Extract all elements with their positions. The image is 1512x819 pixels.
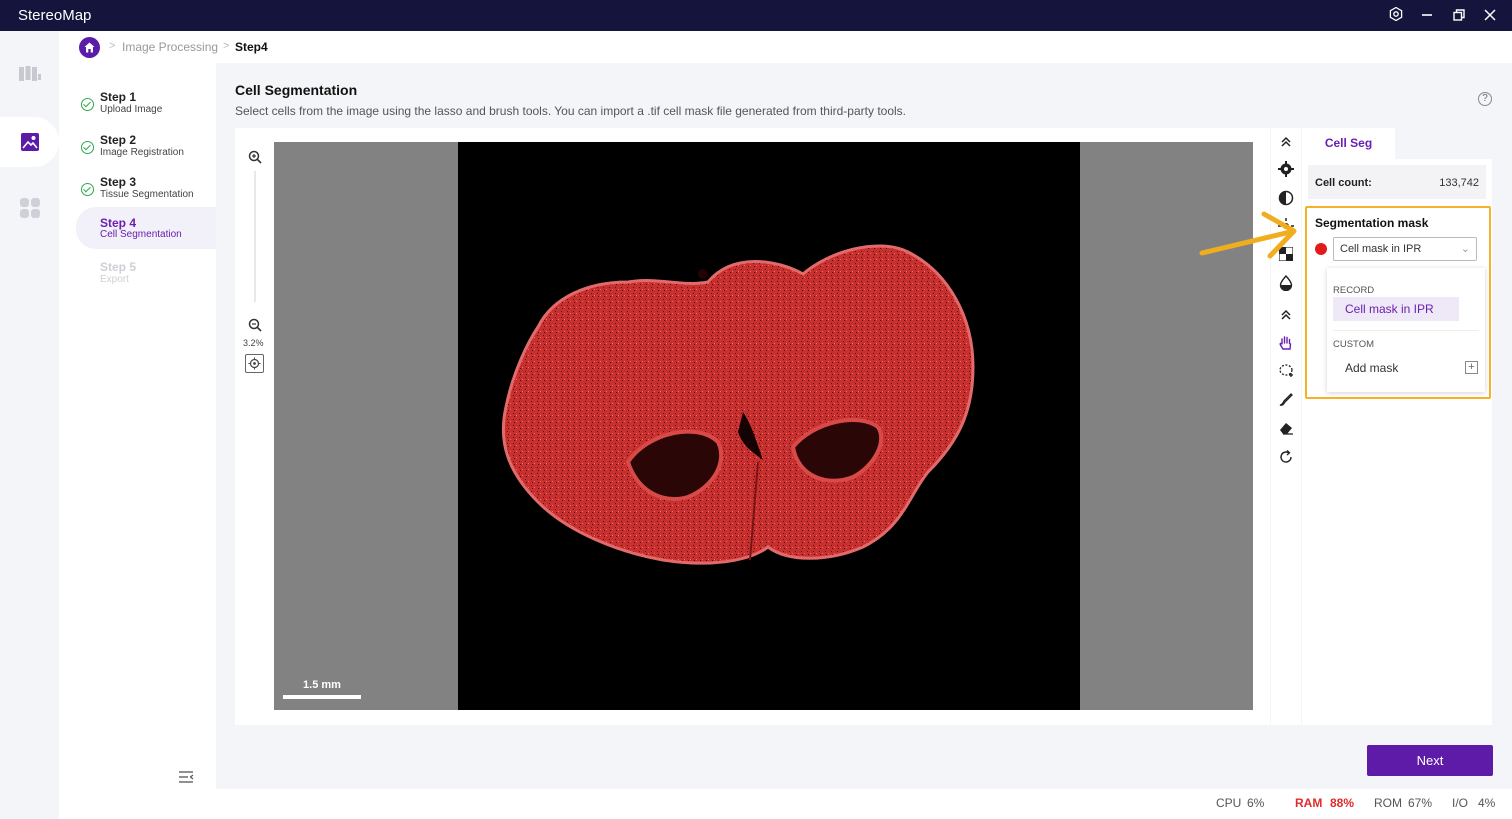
- eraser-icon[interactable]: [1276, 418, 1296, 438]
- app-title: StereoMap: [18, 7, 92, 24]
- panel-body: Cell count: 133,742 Segmentation mask Ce…: [1302, 159, 1492, 725]
- mask-select-value: Cell mask in IPR: [1340, 243, 1422, 255]
- tissue-mask-image: [501, 244, 975, 565]
- settings-icon[interactable]: [1385, 5, 1407, 27]
- ram-label: RAM: [1295, 796, 1323, 810]
- drop-icon[interactable]: [1276, 273, 1296, 293]
- status-bar: CPU 6% RAM 88% ROM 67% I/O 4%: [216, 789, 1512, 819]
- scale-bar: 1.5 mm: [283, 677, 361, 701]
- step-5: Step 5 Export: [76, 255, 216, 297]
- check-circle-icon: [81, 98, 94, 111]
- mask-dropdown-menu: RECORD Cell mask in IPR CUSTOM Add mask …: [1327, 268, 1485, 392]
- cpu-value: 6%: [1247, 796, 1265, 810]
- mask-select[interactable]: Cell mask in IPR ⌄: [1333, 237, 1477, 261]
- step-1[interactable]: Step 1 Upload Image: [76, 85, 216, 127]
- zoom-controls: 3.2%: [243, 128, 265, 428]
- mask-color-swatch[interactable]: [1315, 243, 1327, 255]
- breadcrumb-image-processing[interactable]: Image Processing: [122, 40, 218, 54]
- step-3[interactable]: Step 3 Tissue Segmentation: [76, 170, 216, 212]
- main-content: Cell Segmentation Select cells from the …: [216, 63, 1512, 819]
- io-label: I/O: [1452, 796, 1469, 810]
- cpu-label: CPU: [1216, 796, 1242, 810]
- dropdown-section-custom: CUSTOM: [1333, 339, 1374, 350]
- lasso-icon[interactable]: [1276, 361, 1296, 381]
- zoom-out-icon[interactable]: [248, 318, 262, 332]
- tab-cell-seg[interactable]: Cell Seg: [1302, 128, 1395, 159]
- next-button[interactable]: Next: [1367, 745, 1493, 776]
- step-subtitle: Tissue Segmentation: [100, 189, 194, 200]
- io-value: 4%: [1478, 796, 1496, 810]
- cell-count-label: Cell count:: [1315, 177, 1372, 189]
- rail-item-apps[interactable]: [0, 183, 59, 233]
- close-icon[interactable]: [1479, 5, 1501, 27]
- image-canvas[interactable]: 1.5 mm: [274, 142, 1253, 710]
- zoom-level: 3.2%: [243, 338, 264, 348]
- step-title: Step 3: [100, 175, 137, 189]
- left-nav-rail: [0, 31, 59, 819]
- cell-count-row: Cell count: 133,742: [1308, 165, 1486, 199]
- step-subtitle: Export: [100, 274, 129, 285]
- step-4[interactable]: Step 4 Cell Segmentation: [76, 207, 216, 249]
- page-description: Select cells from the image using the la…: [235, 104, 906, 118]
- rail-item-image[interactable]: [0, 117, 59, 167]
- rom-label: ROM: [1374, 796, 1402, 810]
- segmentation-mask-section: Segmentation mask Cell mask in IPR ⌄ REC…: [1305, 206, 1491, 399]
- chevron-down-icon: ⌄: [1460, 243, 1470, 255]
- reset-icon[interactable]: [1276, 447, 1296, 467]
- fit-view-icon[interactable]: [245, 354, 264, 373]
- ram-value: 88%: [1330, 796, 1355, 810]
- step-title: Step 1: [100, 90, 137, 104]
- cell-seg-panel: Cell Seg Cell count: 133,742 Segmentatio…: [1301, 128, 1492, 725]
- home-icon[interactable]: [79, 37, 100, 58]
- rom-value: 67%: [1408, 796, 1433, 810]
- zoom-slider-handle[interactable]: [249, 302, 261, 308]
- dropdown-item-add-mask[interactable]: Add mask: [1333, 356, 1459, 380]
- scale-bar-line: [283, 695, 361, 699]
- breadcrumb-separator: >: [223, 40, 230, 52]
- segmentation-mask-title: Segmentation mask: [1315, 216, 1429, 230]
- step-2[interactable]: Step 2 Image Registration: [76, 128, 216, 170]
- settings-gear-icon[interactable]: [1276, 159, 1296, 179]
- step-subtitle: Image Registration: [100, 147, 184, 158]
- page-title: Cell Segmentation: [235, 82, 358, 98]
- restore-icon[interactable]: [1448, 5, 1470, 27]
- cell-count-value: 133,742: [1439, 177, 1479, 189]
- dropdown-divider: [1333, 330, 1479, 331]
- collapse-sidebar-icon[interactable]: [178, 770, 196, 786]
- scale-bar-label: 1.5 mm: [303, 679, 341, 691]
- steps-sidebar: Step 1 Upload Image Step 2 Image Registr…: [59, 63, 216, 819]
- rail-item-map[interactable]: [0, 49, 59, 99]
- apps-grid-icon: [19, 198, 40, 218]
- dropdown-item-cell-mask-ipr[interactable]: Cell mask in IPR: [1333, 297, 1459, 321]
- breadcrumb: > Image Processing > Step4: [59, 31, 1512, 63]
- check-circle-icon: [81, 183, 94, 196]
- annotation-arrow-icon: [1199, 211, 1297, 259]
- minimize-icon[interactable]: [1416, 5, 1438, 27]
- add-mask-icon[interactable]: +: [1465, 361, 1478, 374]
- breadcrumb-current: Step4: [235, 40, 268, 54]
- brush-icon[interactable]: [1276, 390, 1296, 410]
- map-icon: [18, 66, 41, 81]
- zoom-slider-track[interactable]: [254, 171, 256, 306]
- collapse-up-icon[interactable]: [1276, 305, 1296, 325]
- step-title: Step 4: [100, 216, 137, 230]
- image-icon: [20, 133, 39, 151]
- step-subtitle: Cell Segmentation: [100, 229, 182, 240]
- check-circle-icon: [81, 141, 94, 154]
- contrast-icon[interactable]: [1276, 188, 1296, 208]
- help-icon[interactable]: ?: [1478, 92, 1492, 106]
- collapse-up-icon[interactable]: [1276, 132, 1296, 152]
- zoom-in-icon[interactable]: [248, 150, 262, 164]
- dropdown-section-record: RECORD: [1333, 285, 1375, 296]
- step-subtitle: Upload Image: [100, 104, 163, 115]
- step-title: Step 2: [100, 133, 137, 147]
- hand-icon[interactable]: [1276, 333, 1296, 353]
- title-bar: StereoMap: [0, 0, 1512, 31]
- image-viewer: 3.2% 1.5 mm: [235, 128, 1270, 725]
- breadcrumb-separator: >: [109, 40, 116, 52]
- step-title: Step 5: [100, 260, 137, 274]
